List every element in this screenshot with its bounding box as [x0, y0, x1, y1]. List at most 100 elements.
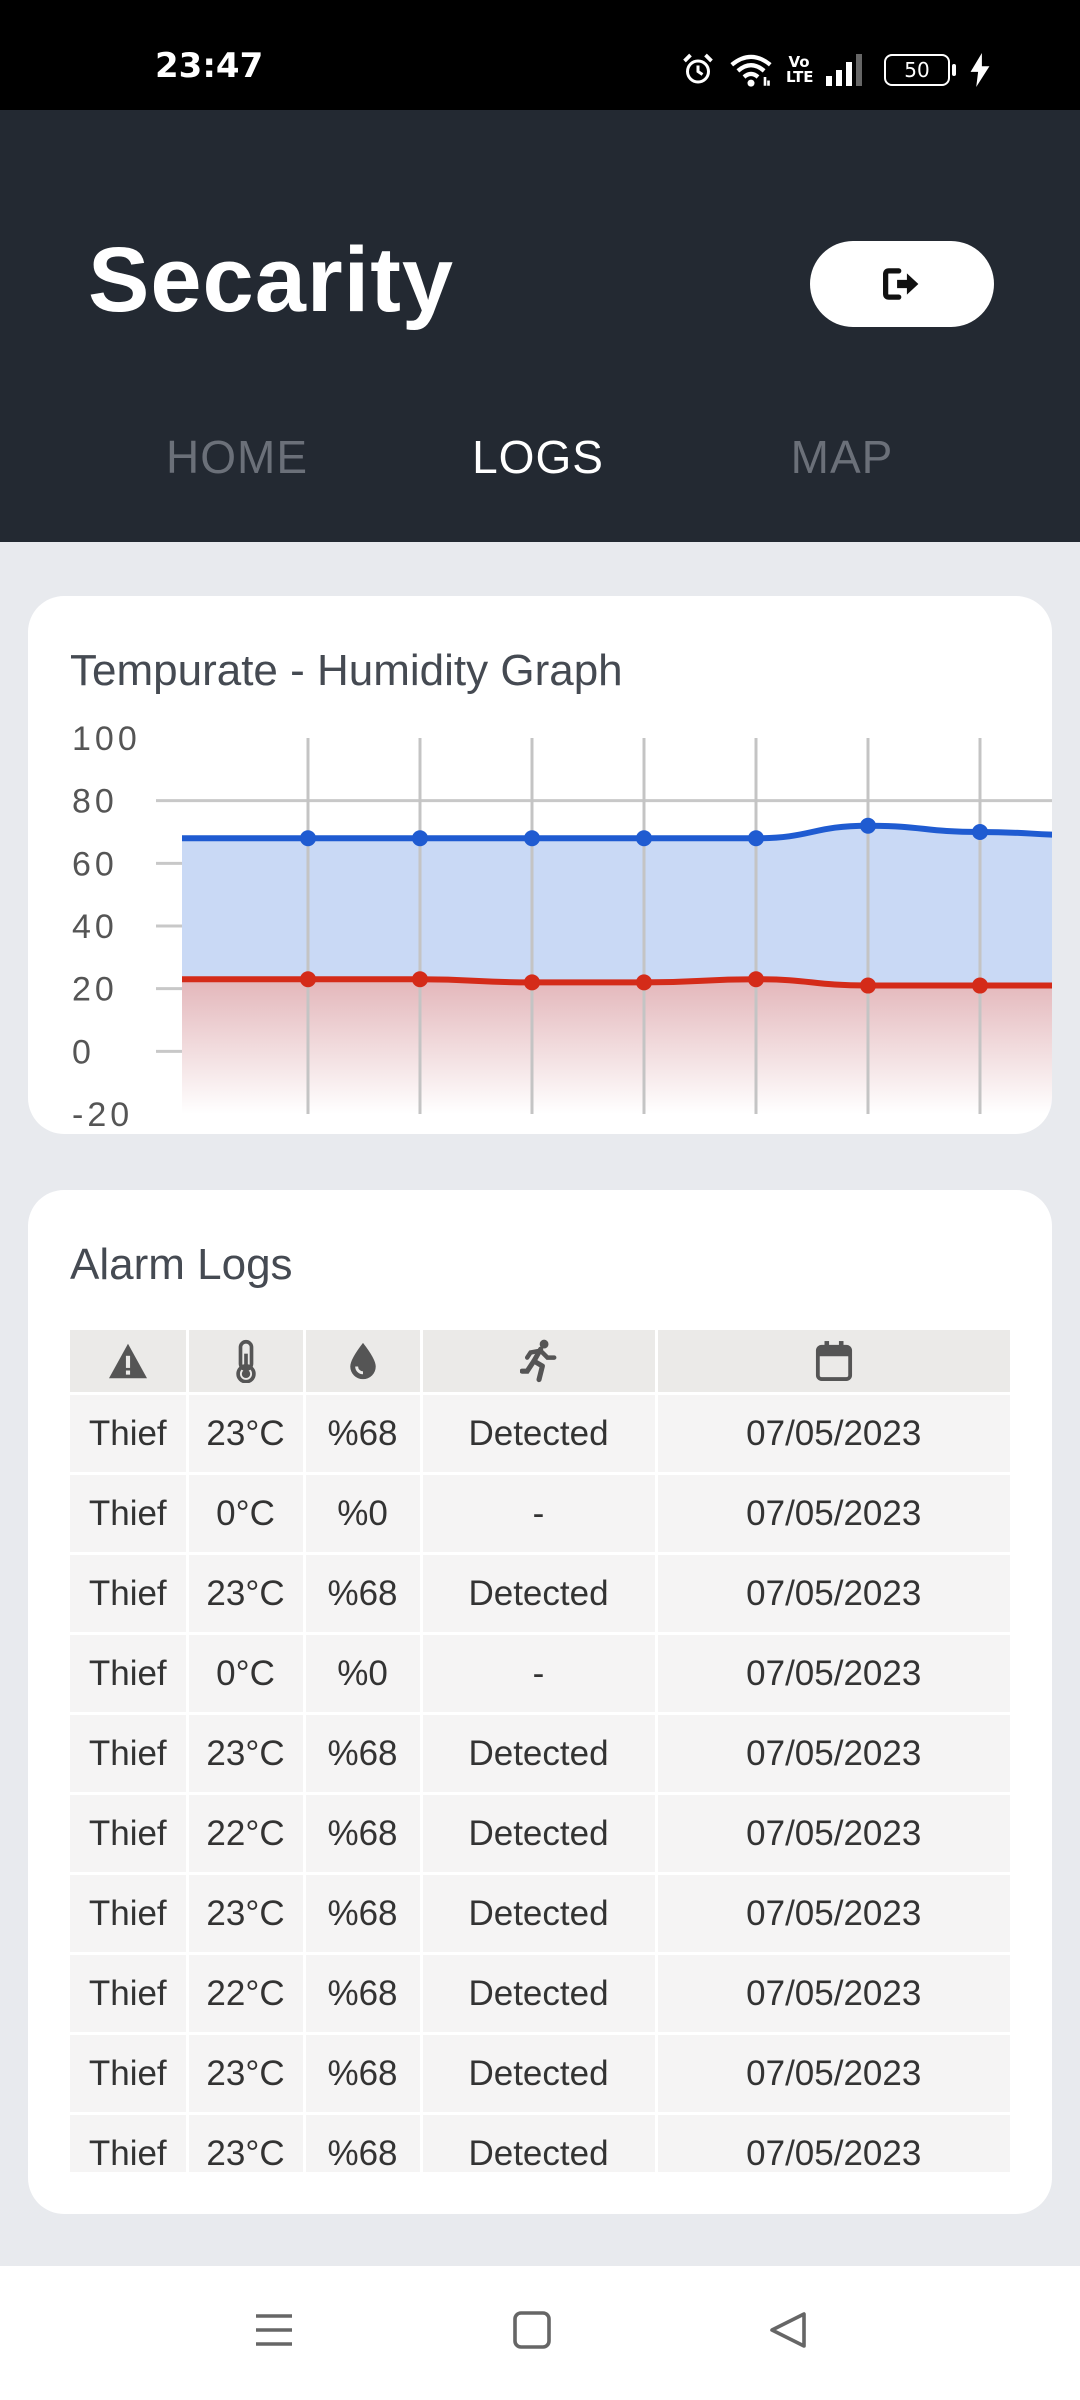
log-date-cell: 07/05/2023: [656, 2033, 1010, 2115]
tab-map[interactable]: MAP: [791, 430, 894, 484]
log-type-cell: Thief: [70, 1713, 189, 1795]
data-point: [748, 971, 764, 988]
log-temperature-cell: 23°C: [187, 2033, 306, 2115]
log-motion-cell: Detected: [421, 2113, 658, 2172]
log-type-cell: Thief: [70, 1553, 189, 1635]
y-tick-label: 20: [72, 971, 118, 1009]
wifi-icon: [730, 54, 772, 87]
menu-icon[interactable]: [254, 2310, 294, 2350]
log-type-cell: Thief: [70, 2113, 189, 2172]
log-motion-cell: Detected: [421, 1713, 658, 1795]
alarm-logs-table-scroll[interactable]: Thief 23°C %68 Detected 07/05/2023 Thief 0°C %0…: [70, 1330, 1010, 2172]
table-row: Thief 0°C %0-07/05/2023: [70, 1473, 1010, 1555]
log-temperature-cell: 23°C: [187, 1393, 306, 1475]
data-point: [860, 817, 876, 834]
data-point: [412, 971, 428, 988]
column-humidity: [304, 1330, 423, 1395]
log-date-cell: 07/05/2023: [656, 1873, 1010, 1955]
battery-tip: [952, 64, 956, 76]
log-type-cell: Thief: [70, 1953, 189, 2035]
calendar-icon: [815, 1341, 852, 1381]
data-point: [524, 830, 540, 847]
log-type-cell: Thief: [70, 1873, 189, 1955]
signal-icon: [826, 54, 862, 86]
log-type-cell: Thief: [70, 1473, 189, 1555]
log-temperature-cell: 23°C: [187, 1873, 306, 1955]
chart-areas: [182, 825, 1052, 1114]
battery-level: 50: [884, 54, 950, 86]
log-date-cell: 07/05/2023: [656, 1713, 1010, 1795]
log-motion-cell: Detected: [421, 1553, 658, 1635]
log-humidity-cell: %68: [304, 1953, 423, 2035]
network-label-text: Vo LTE: [786, 53, 814, 86]
tab-home[interactable]: HOME: [166, 430, 308, 484]
log-temperature-cell: 0°C: [187, 1473, 306, 1555]
droplet-icon: [349, 1342, 376, 1380]
log-temperature-cell: 23°C: [187, 2113, 306, 2172]
data-point: [972, 824, 988, 840]
log-date-cell: 07/05/2023: [656, 1393, 1010, 1475]
y-tick-label: 80: [72, 783, 118, 821]
graph-card: Tempurate - Humidity Graph 100 80 60 40 20 0-…: [28, 596, 1052, 1134]
app-title: Secarity: [88, 229, 455, 331]
logout-button[interactable]: [810, 241, 994, 327]
data-point: [412, 830, 428, 847]
log-type-cell: Thief: [70, 1633, 189, 1715]
battery-icon: 50: [884, 54, 956, 86]
back-triangle-icon[interactable]: [768, 2310, 808, 2350]
log-humidity-cell: %0: [304, 1633, 423, 1715]
y-tick-label: 40: [72, 908, 118, 946]
log-motion-cell: Detected: [421, 1793, 658, 1875]
log-type-cell: Thief: [70, 2033, 189, 2115]
alarm-logs-title: Alarm Logs: [70, 1240, 293, 1289]
running-person-icon: [519, 1339, 556, 1383]
table-row: Thief 22°C %68 Detected 07/05/2023: [70, 1793, 1010, 1875]
table-row: Thief 0°C %0-07/05/2023: [70, 1633, 1010, 1715]
y-tick-label: 100: [72, 720, 141, 758]
log-date-cell: 07/05/2023: [656, 1793, 1010, 1875]
status-bar: 23:47 Vo LTE 50: [0, 0, 1080, 110]
table-body: Thief 23°C %68 Detected 07/05/2023 Thief 0°C %0…: [70, 1393, 1010, 2172]
table-row: Thief 23°C %68 Detected 07/05/2023: [70, 1873, 1010, 1955]
tab-bar: HOME LOGS MAP: [0, 430, 1080, 510]
thermometer-icon: [235, 1339, 256, 1383]
column-date: [656, 1330, 1010, 1395]
y-tick-label: 0: [72, 1033, 95, 1071]
warning-icon: [108, 1343, 147, 1379]
log-date-cell: 07/05/2023: [656, 2113, 1010, 2172]
system-nav-bar: [0, 2266, 1080, 2400]
column-type: [70, 1330, 189, 1395]
table-row: Thief 23°C %68 Detected 07/05/2023: [70, 1393, 1010, 1475]
log-temperature-cell: 0°C: [187, 1633, 306, 1715]
app-header: Secarity HOME LOGS MAP: [0, 110, 1080, 542]
log-motion-cell: Detected: [421, 1393, 658, 1475]
log-humidity-cell: %68: [304, 1873, 423, 1955]
log-temperature-cell: 23°C: [187, 1553, 306, 1635]
home-square-icon[interactable]: [512, 2310, 552, 2350]
data-point: [636, 974, 652, 991]
column-motion: [421, 1330, 658, 1395]
log-motion-cell: -: [421, 1633, 658, 1715]
log-motion-cell: Detected: [421, 1953, 658, 2035]
status-time: 23:47: [155, 46, 264, 86]
table-row: Thief 23°C %68 Detected 07/05/2023: [70, 1553, 1010, 1635]
log-date-cell: 07/05/2023: [656, 1553, 1010, 1635]
log-temperature-cell: 22°C: [187, 1953, 306, 2035]
log-date-cell: 07/05/2023: [656, 1633, 1010, 1715]
log-humidity-cell: %68: [304, 2033, 423, 2115]
log-humidity-cell: %68: [304, 1713, 423, 1795]
data-point: [300, 830, 316, 847]
table-row: Thief 22°C %68 Detected 07/05/2023: [70, 1953, 1010, 2035]
log-humidity-cell: %68: [304, 1393, 423, 1475]
alarm-logs-table: Thief 23°C %68 Detected 07/05/2023 Thief 0°C %0…: [70, 1330, 1010, 2172]
tab-logs[interactable]: LOGS: [472, 430, 604, 484]
logout-icon: [883, 268, 919, 300]
table-header-row: [70, 1330, 1010, 1395]
y-tick-label: 60: [72, 845, 118, 883]
status-icons: Vo LTE 50: [680, 50, 990, 90]
data-point: [524, 974, 540, 991]
table-row: Thief 23°C %68 Detected 07/05/2023: [70, 2113, 1010, 2172]
data-point: [860, 977, 876, 994]
alarm-icon: [683, 53, 713, 84]
log-motion-cell: Detected: [421, 2033, 658, 2115]
